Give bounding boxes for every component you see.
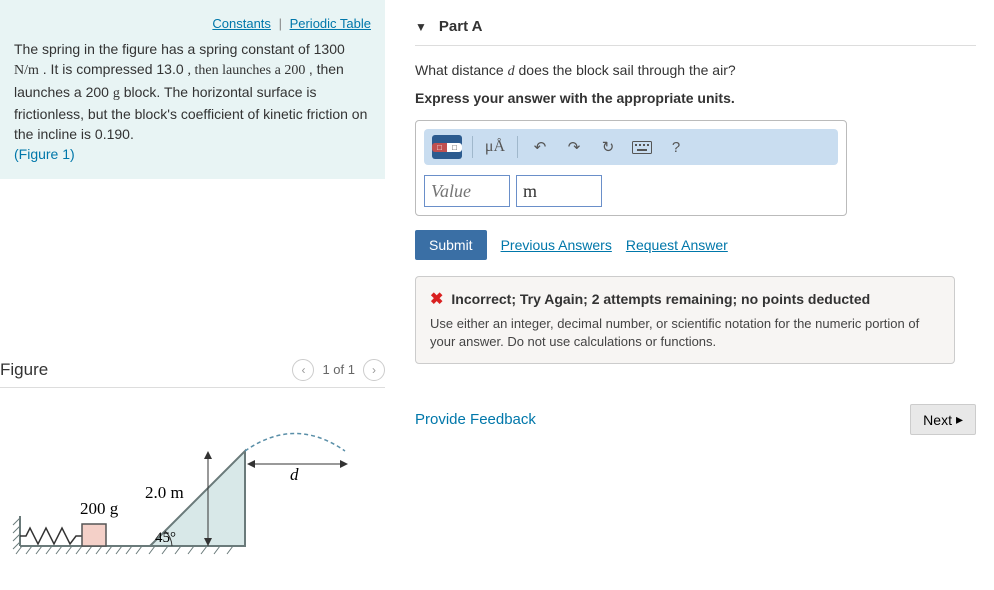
keyboard-button[interactable]: [630, 135, 654, 159]
part-header[interactable]: ▼ Part A: [415, 18, 976, 46]
answer-input-area: □□ μÅ ↶ ↷ ↻ ?: [415, 120, 847, 216]
template-tool-icon[interactable]: □□: [432, 135, 462, 159]
angle-label: 45°: [155, 530, 176, 546]
periodic-table-link[interactable]: Periodic Table: [290, 16, 371, 31]
link-separator: |: [279, 16, 282, 31]
submit-button[interactable]: Submit: [415, 230, 487, 260]
feedback-box: ✖ Incorrect; Try Again; 2 attempts remai…: [415, 276, 955, 364]
next-button[interactable]: Next▸: [910, 404, 976, 435]
previous-answers-link[interactable]: Previous Answers: [501, 237, 612, 253]
feedback-heading: Incorrect; Try Again; 2 attempts remaini…: [451, 291, 870, 307]
reset-button[interactable]: ↻: [596, 135, 620, 159]
feedback-body: Use either an integer, decimal number, o…: [430, 315, 940, 351]
problem-statement: Constants | Periodic Table The spring in…: [0, 0, 385, 179]
units-tool-button[interactable]: μÅ: [483, 135, 507, 159]
help-button[interactable]: ?: [664, 135, 688, 159]
undo-button[interactable]: ↶: [528, 135, 552, 159]
figure-link[interactable]: (Figure 1): [14, 146, 75, 162]
answer-instruction: Express your answer with the appropriate…: [415, 90, 976, 106]
incorrect-icon: ✖: [430, 289, 443, 309]
figure-diagram: 200 g 45° 2.0 m: [10, 396, 355, 561]
part-label: Part A: [439, 18, 483, 35]
pager-prev-button[interactable]: ‹: [292, 359, 314, 381]
redo-button[interactable]: ↷: [562, 135, 586, 159]
figure-pager: ‹ 1 of 1 ›: [292, 359, 385, 381]
block-icon: [82, 524, 106, 546]
height-label: 2.0 m: [145, 483, 184, 502]
trajectory-path: [245, 433, 345, 451]
request-answer-link[interactable]: Request Answer: [626, 237, 728, 253]
figure-title: Figure: [0, 360, 48, 380]
question-text: What distance d does the block sail thro…: [415, 62, 976, 80]
value-input[interactable]: [424, 175, 510, 207]
spring-icon: [20, 528, 82, 544]
pager-count: 1 of 1: [322, 362, 355, 377]
d-label: d: [290, 465, 299, 484]
mass-label: 200 g: [80, 499, 119, 518]
top-links: Constants | Periodic Table: [14, 16, 371, 31]
input-toolbar: □□ μÅ ↶ ↷ ↻ ?: [424, 129, 838, 165]
problem-text: The spring in the figure has a spring co…: [14, 39, 371, 165]
pager-next-button[interactable]: ›: [363, 359, 385, 381]
constants-link[interactable]: Constants: [212, 16, 271, 31]
chevron-right-icon: ▸: [956, 411, 963, 428]
provide-feedback-link[interactable]: Provide Feedback: [415, 411, 536, 428]
unit-input[interactable]: [516, 175, 602, 207]
collapse-icon: ▼: [415, 20, 427, 34]
